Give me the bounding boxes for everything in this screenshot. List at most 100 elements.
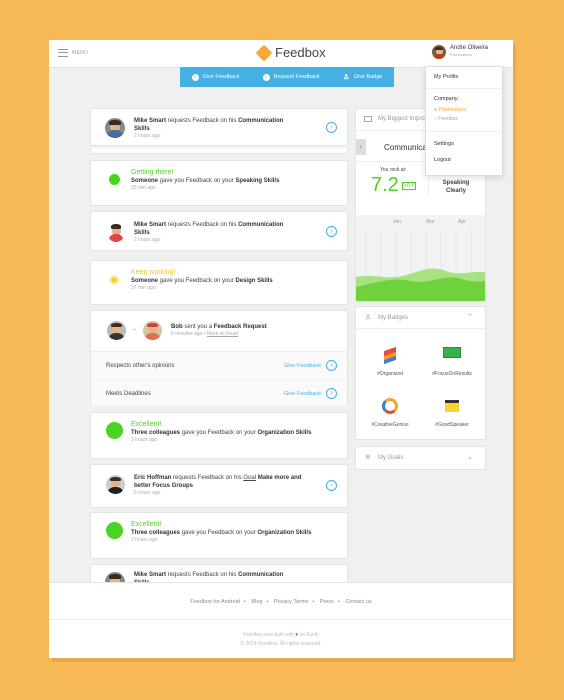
footer-link-android[interactable]: Feedbox for Android	[190, 599, 240, 605]
badges-header[interactable]: ♙ My Badges ⌃	[356, 307, 485, 329]
feed-item-feedback[interactable]: Excellent! Three colleagues gave you Feed…	[90, 512, 348, 559]
goals-widget[interactable]: ⊕ My Goals ⌄	[355, 446, 486, 470]
feedback-source: Someone	[131, 278, 159, 284]
give-badge-button[interactable]: ♙ Give Badge	[343, 73, 383, 81]
badge-icon: ♙	[365, 314, 372, 321]
goal-link[interactable]: Goal	[243, 475, 256, 481]
badge-label: #FocusOnResults	[432, 371, 472, 377]
good-speaker-badge-icon[interactable]	[445, 400, 459, 412]
open-arrow-button[interactable]: ›	[326, 480, 337, 491]
feedback-topic: Design Skills	[235, 278, 273, 284]
give-feedback-button[interactable]: ‹ Give Feedback	[191, 73, 240, 81]
footer-link-blog[interactable]: Blog	[251, 599, 262, 605]
timestamp: 25 min ago	[131, 185, 156, 191]
requester-name: Mike Smart	[134, 572, 167, 578]
feedback-title: Keep working!	[131, 269, 176, 276]
prev-arrow-button[interactable]: ‹	[356, 139, 366, 155]
chevron-up-icon: ⌃	[467, 314, 473, 321]
feedback-text: gave you Feedback on your	[158, 278, 236, 284]
request-feedback-label: Request Feedback	[273, 74, 320, 80]
give-badge-label: Give Badge	[353, 74, 383, 80]
feedback-topic: Organization Skills	[257, 530, 312, 536]
feedback-title: Excellent!	[131, 421, 162, 428]
request-text: requests Feedback on his	[166, 572, 239, 578]
timestamp: 6 minutes ago	[171, 331, 203, 337]
request-criterion: Meets Deadlines	[106, 391, 151, 397]
badges-title: My Badges	[378, 315, 409, 321]
feedback-title: Getting there!	[131, 169, 174, 176]
give-feedback-label: Give Feedback	[202, 74, 240, 80]
target-icon: ⊕	[365, 454, 371, 461]
menu-button[interactable]: MENU	[58, 49, 88, 57]
user-menu[interactable]: Andre Oliveira Pixelmatters	[432, 45, 488, 59]
mark-as-read-link[interactable]: Mark as Read	[207, 331, 238, 337]
sender-name: Bob	[171, 324, 183, 330]
area-chart	[356, 229, 485, 301]
avatar	[105, 572, 125, 582]
badge-label: #GoodSpeaker	[435, 422, 469, 428]
arrow-left-icon: ‹	[191, 73, 199, 81]
open-arrow-button[interactable]: ›	[326, 122, 337, 133]
give-feedback-link[interactable]: Give Feedback	[284, 390, 321, 398]
menu-item-logout[interactable]: Logout	[434, 157, 451, 163]
badge-icon: ♙	[343, 73, 350, 81]
feedback-text: gave you Feedback on your	[158, 178, 236, 184]
arrow-right-icon: ›	[262, 73, 270, 81]
open-arrow-button[interactable]: ›	[326, 226, 337, 237]
action-bar: ‹ Give Feedback › Request Feedback ♙ Give B…	[180, 67, 394, 87]
score-delta-badge: +0.4	[402, 182, 416, 190]
badges-widget: ♙ My Badges ⌃ #Organized #FocusOnResults…	[355, 306, 486, 440]
footer-credits: Feedbox was built with ♥ on Earth © 2014…	[49, 631, 513, 649]
feedback-text: gave you Feedback on your	[180, 530, 258, 536]
arrow-right-icon: →	[130, 324, 138, 333]
menu-item-company-other[interactable]: ○ Feedbox	[434, 116, 458, 122]
top-skill: Speaking Clearly	[442, 180, 470, 194]
avatar	[143, 321, 162, 340]
status-dot-green-icon	[109, 174, 120, 185]
request-feedback-button[interactable]: › Request Feedback	[262, 73, 320, 81]
footer-link-press[interactable]: Press	[320, 599, 334, 605]
feedback-source: Three colleagues	[131, 530, 181, 536]
logo-text: Feedbox	[275, 45, 326, 60]
footer-link-contact[interactable]: Contact us	[345, 599, 371, 605]
copyright: © 2014 Feedbox. All rights reserved.	[240, 641, 322, 647]
feedback-title: Excellent!	[131, 521, 162, 528]
feed-item-request[interactable]: Mike Smart requests Feedback on his Comm…	[90, 108, 348, 146]
avatar	[105, 118, 125, 138]
request-row: Respects other's opinions Give Feedback …	[91, 351, 347, 379]
give-feedback-arrow-button[interactable]: ›	[326, 360, 337, 371]
request-text: requests Feedback on his	[171, 475, 244, 481]
give-feedback-link[interactable]: Give Feedback	[284, 362, 321, 370]
focus-on-results-badge-icon[interactable]	[443, 347, 461, 358]
feed-item-feedback[interactable]: Keep working! Someone gave you Feedback o…	[90, 260, 348, 305]
request-criterion: Respects other's opinions	[106, 363, 175, 369]
requester-name: Mike Smart	[134, 118, 167, 124]
timestamp: 2 hours ago	[131, 437, 158, 443]
feed-item-feedback[interactable]: Getting there! Someone gave you Feedback …	[90, 160, 348, 206]
logo[interactable]: Feedbox	[255, 44, 326, 61]
rock-label: You rock at:	[380, 167, 407, 173]
request-text: sent you a	[182, 324, 214, 330]
chevron-down-icon: ⌄	[467, 454, 473, 461]
company-active-label: Pixelmatters	[438, 107, 466, 113]
menu-item-settings[interactable]: Settings	[434, 141, 454, 147]
creative-genius-badge-icon[interactable]	[382, 398, 398, 414]
give-feedback-arrow-button[interactable]: ›	[326, 388, 337, 399]
menu-item-my-profile[interactable]: My Profile	[434, 74, 458, 80]
goals-title: My Goals	[378, 455, 404, 461]
footer: Feedbox for Android • Blog • Privacy Terms…	[49, 582, 513, 658]
avatar	[106, 475, 125, 494]
feed-divider	[90, 148, 348, 154]
feed-item-goal-request[interactable]: Eric Hoffman requests Feedback on his Go…	[90, 464, 348, 508]
request-row: Meets Deadlines Give Feedback ›	[91, 379, 347, 406]
organized-badge-icon[interactable]	[382, 346, 398, 365]
feedback-text: gave you Feedback on your	[180, 430, 258, 436]
feed-item-feedback[interactable]: Excellent! Three colleagues gave you Feed…	[90, 412, 348, 459]
timestamp: 5 hours ago	[134, 490, 161, 496]
status-dot-green-icon	[106, 522, 123, 539]
feed-item-request[interactable]: Mike Smart requests Feedback on his Comm…	[90, 564, 348, 582]
built-with-text: Feedbox was built with	[243, 632, 294, 638]
footer-link-privacy[interactable]: Privacy Terms	[274, 599, 308, 605]
feed-item-request[interactable]: Mike Smart requests Feedback on his Comm…	[90, 211, 348, 251]
menu-item-company-active[interactable]: ● Pixelmatters	[434, 107, 466, 113]
